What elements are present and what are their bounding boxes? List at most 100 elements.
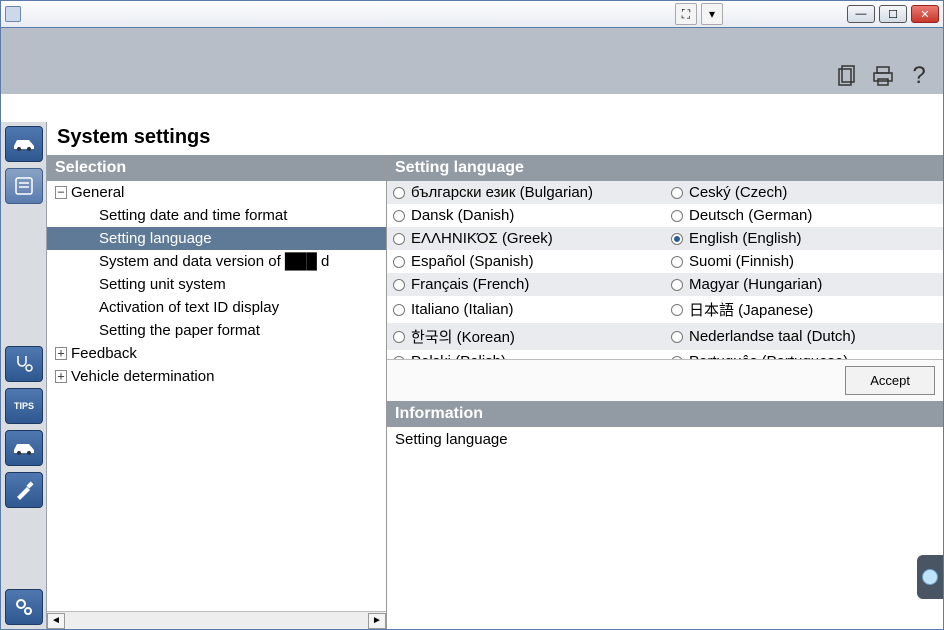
side-tab-icon[interactable] <box>917 555 943 599</box>
accept-button[interactable]: Accept <box>845 366 935 395</box>
app-icon <box>5 6 21 22</box>
information-body: Setting language <box>387 427 943 452</box>
tree-item-label: Feedback <box>71 345 137 362</box>
title-bar: ⛶ ▾ — ☐ ✕ <box>0 0 944 28</box>
language-option[interactable]: български език (Bulgarian) <box>387 181 665 204</box>
maximize-button[interactable]: ☐ <box>879 5 907 23</box>
language-label: Italiano (Italian) <box>411 301 514 318</box>
language-label: български език (Bulgarian) <box>411 184 593 201</box>
language-option[interactable]: Dansk (Danish) <box>387 204 665 227</box>
language-label: Ceský (Czech) <box>689 184 787 201</box>
tree-item[interactable]: Setting date and time format <box>47 204 386 227</box>
language-label: Polski (Polish) <box>411 353 506 359</box>
documents-icon[interactable] <box>835 64 859 88</box>
nav-screwdriver-icon[interactable] <box>5 472 43 508</box>
language-label: Nederlandse taal (Dutch) <box>689 328 856 345</box>
radio-icon[interactable] <box>393 233 405 245</box>
tree-item-label: Setting unit system <box>99 276 226 293</box>
radio-icon[interactable] <box>393 210 405 222</box>
tree-item-label: Setting date and time format <box>99 207 287 224</box>
horizontal-scrollbar[interactable]: ◄ ► <box>47 611 386 629</box>
radio-icon[interactable] <box>393 256 405 268</box>
selection-header: Selection <box>47 155 386 181</box>
nav-notes-icon[interactable] <box>5 168 43 204</box>
tree-item-label: Activation of text ID display <box>99 299 279 316</box>
language-label: 한국의 (Korean) <box>411 326 515 347</box>
language-option[interactable]: Français (French) <box>387 273 665 296</box>
nav-car-icon[interactable] <box>5 126 43 162</box>
language-label: Português (Portuguese) <box>689 353 848 359</box>
radio-icon[interactable] <box>671 233 683 245</box>
radio-icon[interactable] <box>671 187 683 199</box>
language-label: 日本語 (Japanese) <box>689 299 813 320</box>
fullscreen-icon[interactable]: ⛶ <box>675 3 697 25</box>
language-label: Magyar (Hungarian) <box>689 276 822 293</box>
language-header: Setting language <box>387 155 943 181</box>
radio-icon[interactable] <box>393 279 405 291</box>
tree-item[interactable]: Activation of text ID display <box>47 296 386 319</box>
nav-car2-icon[interactable] <box>5 430 43 466</box>
scroll-left-icon[interactable]: ◄ <box>47 613 65 629</box>
close-button[interactable]: ✕ <box>911 5 939 23</box>
expand-icon[interactable]: + <box>55 370 67 383</box>
language-option[interactable]: Polski (Polish) <box>387 350 665 359</box>
left-nav: TIPS <box>1 122 47 629</box>
language-option[interactable]: Português (Portuguese) <box>665 350 943 359</box>
tree-item-label: System and data version of ███ d <box>99 253 329 270</box>
print-icon[interactable] <box>871 64 895 88</box>
radio-icon[interactable] <box>671 356 683 359</box>
language-label: Suomi (Finnish) <box>689 253 794 270</box>
selection-tree[interactable]: −General Setting date and time format Sett… <box>47 181 386 611</box>
expand-icon[interactable]: − <box>55 186 67 199</box>
language-label: Dansk (Danish) <box>411 207 514 224</box>
radio-icon[interactable] <box>671 331 683 343</box>
nav-tips-icon[interactable]: TIPS <box>5 388 43 424</box>
language-label: Français (French) <box>411 276 529 293</box>
language-option[interactable]: ΕΛΛΗΝΙΚΌΣ (Greek) <box>387 227 665 250</box>
page-title: System settings <box>47 122 943 155</box>
tree-item[interactable]: System and data version of ███ d <box>47 250 386 273</box>
radio-icon[interactable] <box>671 256 683 268</box>
dropdown-icon[interactable]: ▾ <box>701 3 723 25</box>
tree-category[interactable]: −General <box>47 181 386 204</box>
tree-category[interactable]: + Vehicle determination <box>47 365 386 388</box>
language-option[interactable]: Nederlandse taal (Dutch) <box>665 323 943 350</box>
radio-icon[interactable] <box>393 356 405 359</box>
tree-category[interactable]: + Feedback <box>47 342 386 365</box>
tree-item-label: Vehicle determination <box>71 368 214 385</box>
tree-item[interactable]: Setting language <box>47 227 386 250</box>
nav-stethoscope-icon[interactable] <box>5 346 43 382</box>
language-option[interactable]: English (English) <box>665 227 943 250</box>
language-option[interactable]: Italiano (Italian) <box>387 296 665 323</box>
language-list[interactable]: български език (Bulgarian) Ceský (Czech) D… <box>387 181 943 359</box>
tree-item[interactable]: Setting unit system <box>47 273 386 296</box>
expand-icon[interactable]: + <box>55 347 67 360</box>
language-option[interactable]: 日本語 (Japanese) <box>665 296 943 323</box>
language-option[interactable]: Deutsch (German) <box>665 204 943 227</box>
minimize-button[interactable]: — <box>847 5 875 23</box>
language-label: Deutsch (German) <box>689 207 812 224</box>
language-option[interactable]: Magyar (Hungarian) <box>665 273 943 296</box>
tree-item-label: Setting language <box>99 230 212 247</box>
tree-item-label: General <box>71 184 124 201</box>
top-toolbar: ? <box>1 28 943 94</box>
language-option[interactable]: Suomi (Finnish) <box>665 250 943 273</box>
tree-item-label: Setting the paper format <box>99 322 260 339</box>
radio-icon[interactable] <box>671 210 683 222</box>
language-label: English (English) <box>689 230 802 247</box>
language-option[interactable]: Español (Spanish) <box>387 250 665 273</box>
tree-item[interactable]: Setting the paper format <box>47 319 386 342</box>
help-icon[interactable]: ? <box>907 64 931 88</box>
radio-icon[interactable] <box>671 279 683 291</box>
radio-icon[interactable] <box>393 187 405 199</box>
radio-icon[interactable] <box>671 304 683 316</box>
language-label: Español (Spanish) <box>411 253 534 270</box>
language-option[interactable]: 한국의 (Korean) <box>387 323 665 350</box>
scroll-right-icon[interactable]: ► <box>368 613 386 629</box>
radio-icon[interactable] <box>393 304 405 316</box>
information-header: Information <box>387 401 943 427</box>
radio-icon[interactable] <box>393 331 405 343</box>
language-label: ΕΛΛΗΝΙΚΌΣ (Greek) <box>411 230 553 247</box>
nav-cogs-icon[interactable] <box>5 589 43 625</box>
language-option[interactable]: Ceský (Czech) <box>665 181 943 204</box>
